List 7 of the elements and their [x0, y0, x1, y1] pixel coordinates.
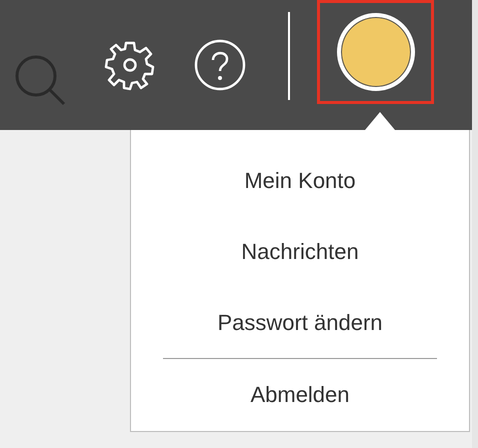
settings-icon[interactable]: [104, 39, 156, 91]
menu-item[interactable]: Mein Konto: [234, 145, 366, 216]
avatar-button[interactable]: [317, 0, 434, 104]
help-icon[interactable]: [194, 39, 246, 91]
menu-item[interactable]: Abmelden: [240, 359, 360, 432]
menu-item[interactable]: Nachrichten: [231, 216, 369, 288]
menu-item[interactable]: Passwort ändern: [207, 287, 393, 358]
